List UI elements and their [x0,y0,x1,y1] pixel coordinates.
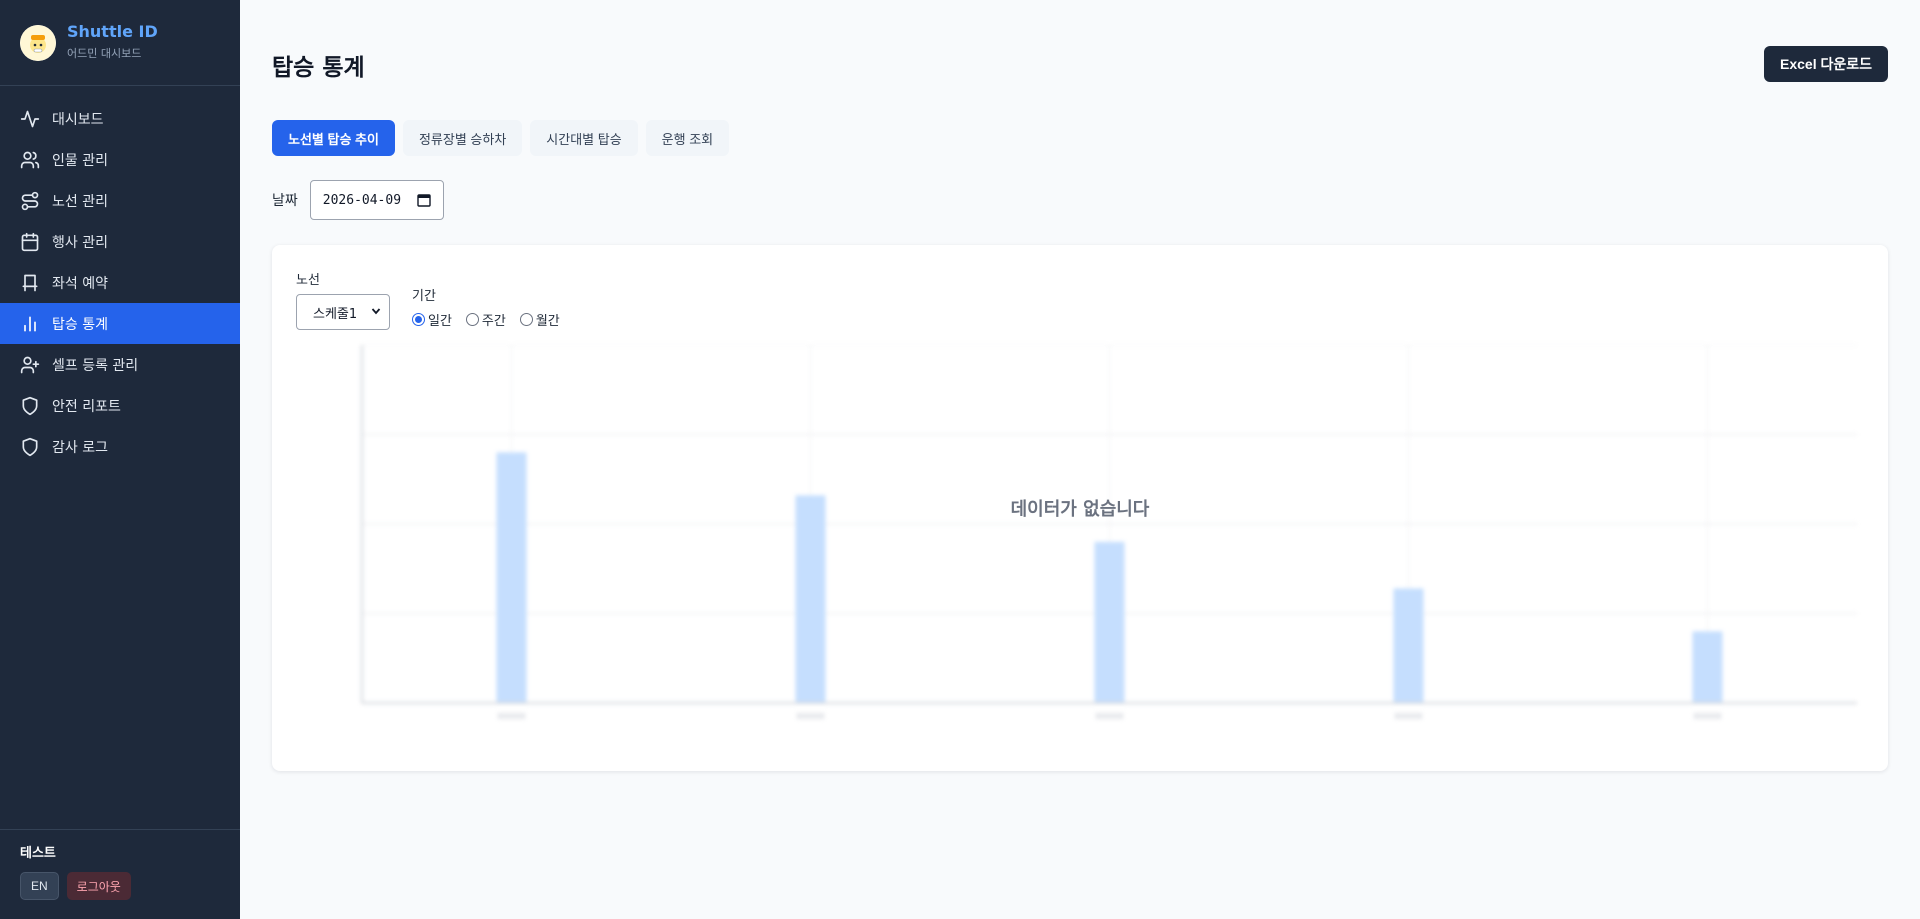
sidebar-item-label: 탑승 통계 [52,316,108,333]
sidebar-item-events[interactable]: 행사 관리 [0,221,240,262]
sidebar-item-label: 감사 로그 [52,439,108,456]
tab-operation-lookup[interactable]: 운행 조회 [645,120,730,156]
brand[interactable]: Shuttle ID 어드민 대시보드 [0,0,240,86]
stats-tabs: 노선별 탑승 추이 정류장별 승하차 시간대별 탑승 운행 조회 [272,120,730,156]
shield-icon [20,437,40,457]
placeholder-bar-chart [361,345,1857,719]
x-tick-placeholder [1095,713,1124,719]
period-radio-group: 일간 주간 월간 [412,310,560,329]
sidebar-footer: 테스트 EN 로그아웃 [0,829,240,919]
route-select-value: 스케줄1 [313,306,358,322]
logout-button[interactable]: 로그아웃 [66,872,131,900]
date-filter: 날짜 2026-04-09 [272,180,444,220]
sidebar-item-statistics[interactable]: 탑승 통계 [0,303,240,344]
date-value: 2026-04-09 [322,192,402,208]
period-option-weekly[interactable]: 주간 [465,310,506,329]
main-content: 탑승 통계 Excel 다운로드 노선별 탑승 추이 정류장별 승하차 시간대별… [240,0,1920,919]
empty-state-message: 데이터가 없습니다 [1010,499,1150,520]
period-option-daily[interactable]: 일간 [412,310,452,329]
radio-monthly[interactable] [519,313,533,326]
sidebar-item-label: 행사 관리 [52,234,108,251]
sidebar-item-label: 좌석 예약 [52,275,108,292]
x-tick-placeholder [497,713,526,719]
tab-hourly-boarding[interactable]: 시간대별 탑승 [530,120,638,156]
sidebar-item-seats[interactable]: 좌석 예약 [0,262,240,303]
placeholder-bar [795,495,826,703]
sidebar-item-safety-report[interactable]: 안전 리포트 [0,385,240,426]
sidebar-item-label: 인물 관리 [52,152,108,169]
placeholder-bar [1692,631,1723,703]
sidebar: Shuttle ID 어드민 대시보드 대시보드 인물 관리 노선 관리 행사 … [0,0,240,919]
date-label: 날짜 [272,193,298,209]
activity-icon [20,109,40,129]
sidebar-item-audit-log[interactable]: 감사 로그 [0,426,240,467]
tab-route-boarding-trend[interactable]: 노선별 탑승 추이 [272,120,395,156]
date-input[interactable]: 2026-04-09 [309,180,444,220]
radio-weekly[interactable] [465,313,479,326]
sidebar-item-label: 노선 관리 [52,193,108,210]
period-filter: 기간 일간 주간 월간 [412,285,560,329]
placeholder-bar [1393,588,1424,703]
user-plus-icon [20,355,40,375]
sidebar-nav: 대시보드 인물 관리 노선 관리 행사 관리 좌석 예약 탑승 통계 셀프 등록… [0,86,240,467]
tab-stop-boarding-alighting[interactable]: 정류장별 승하차 [402,120,523,156]
shield-icon [20,396,40,416]
period-label: 기간 [412,289,436,304]
current-user-name: 테스트 [20,846,56,861]
chart-area: 데이터가 없습니다 [272,345,1888,745]
radio-daily[interactable] [412,313,425,326]
sidebar-item-label: 안전 리포트 [52,398,121,415]
brand-title: Shuttle ID [67,22,158,41]
sidebar-item-routes[interactable]: 노선 관리 [0,180,240,221]
sidebar-item-self-registration[interactable]: 셀프 등록 관리 [0,344,240,385]
sidebar-item-dashboard[interactable]: 대시보드 [0,98,240,139]
calendar-icon [20,232,40,252]
chart-card: 노선 스케줄1 기간 일간 주간 월간 데이터가 없습니다 [272,245,1888,771]
period-option-label: 주간 [481,314,506,329]
x-tick-placeholder [796,713,825,719]
calendar-icon[interactable] [417,193,431,207]
language-toggle-button[interactable]: EN [20,872,59,900]
placeholder-bar [496,452,527,703]
sidebar-item-label: 대시보드 [52,111,104,128]
seat-icon [20,273,40,293]
route-label: 노선 [296,273,320,288]
route-filter: 노선 스케줄1 [296,269,390,330]
period-option-monthly[interactable]: 월간 [519,310,560,329]
x-tick-placeholder [1693,713,1722,719]
bar-chart-icon [20,314,40,334]
users-icon [20,150,40,170]
route-select[interactable]: 스케줄1 [296,294,390,330]
brand-subtitle: 어드민 대시보드 [67,47,142,60]
user-avatar-icon [20,24,56,61]
x-tick-placeholder [1394,713,1423,719]
sidebar-item-people[interactable]: 인물 관리 [0,139,240,180]
period-option-label: 일간 [428,314,452,329]
chevron-down-icon [371,305,381,320]
placeholder-bar [1094,541,1125,703]
excel-download-button[interactable]: Excel 다운로드 [1764,46,1888,82]
period-option-label: 월간 [535,314,560,329]
page-title: 탑승 통계 [272,55,365,81]
sidebar-item-label: 셀프 등록 관리 [52,357,139,374]
route-icon [20,191,40,211]
